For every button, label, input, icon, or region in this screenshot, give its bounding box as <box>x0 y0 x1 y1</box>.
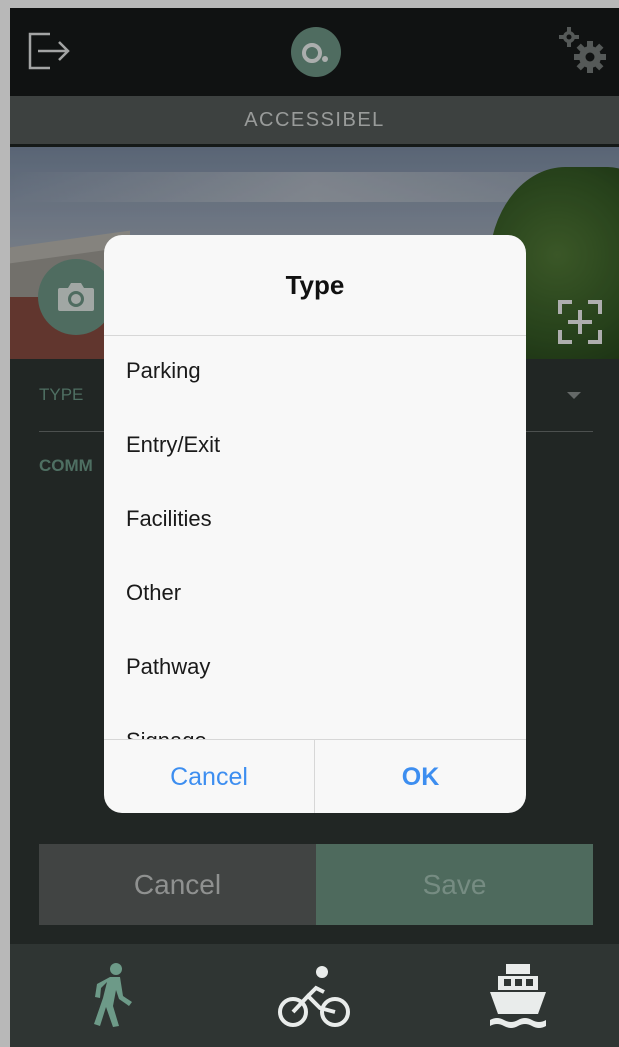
bottom-tab-bar <box>10 944 619 1047</box>
dialog-footer: Cancel OK <box>104 739 526 813</box>
ferry-icon[interactable] <box>488 962 548 1030</box>
dialog-cancel-button[interactable]: Cancel <box>104 740 314 813</box>
option-facilities[interactable]: Facilities <box>126 499 212 539</box>
option-other[interactable]: Other <box>126 573 181 613</box>
type-picker-dialog: Type Parking Entry/Exit Facilities Other… <box>104 235 526 813</box>
option-entry-exit[interactable]: Entry/Exit <box>126 425 220 465</box>
walking-icon[interactable] <box>92 962 136 1028</box>
option-pathway[interactable]: Pathway <box>126 647 210 687</box>
type-option-list[interactable]: Parking Entry/Exit Facilities Other Path… <box>104 336 526 739</box>
option-signage[interactable]: Signage <box>126 721 207 739</box>
option-parking[interactable]: Parking <box>126 351 201 391</box>
dialog-title: Type <box>104 235 526 336</box>
dialog-ok-button[interactable]: OK <box>315 740 526 813</box>
cycling-icon[interactable] <box>278 964 350 1030</box>
